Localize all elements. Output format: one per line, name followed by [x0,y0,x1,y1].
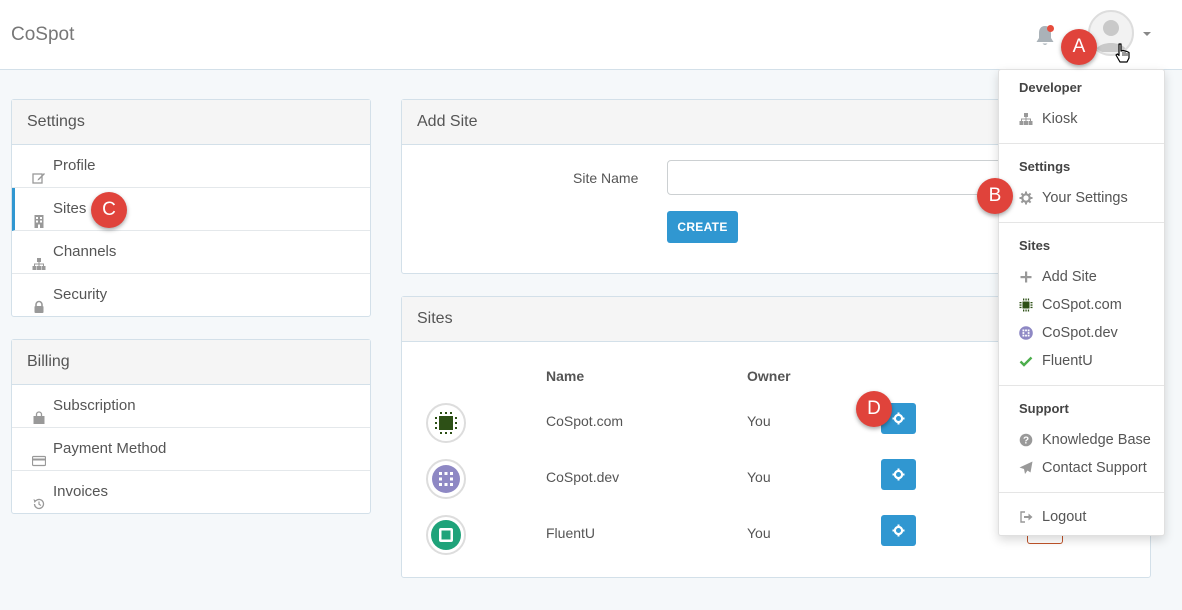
column-header-name: Name [546,368,585,384]
site-owner: You [747,469,771,485]
dropdown-item-label: Add Site [1042,269,1097,285]
gear-icon [1019,191,1033,205]
shopping-bag-icon [32,400,46,424]
billing-item-label: Invoices [53,483,109,500]
question-icon: ? [1019,433,1033,447]
sign-out-icon [1019,510,1033,524]
dropdown-item-label: Logout [1042,509,1087,525]
dropdown-item-logout[interactable]: Logout [1019,507,1086,527]
edit-icon [32,160,46,184]
settings-item-label: Channels [53,243,117,260]
dropdown-item-label: CoSpot.com [1042,297,1122,313]
settings-item-sites[interactable]: Sites [12,188,370,231]
settings-item-label: Profile [53,157,96,174]
dropdown-item-cospot-com[interactable]: CoSpot.com [1019,295,1122,315]
settings-item-channels[interactable]: Channels [12,231,370,274]
settings-panel: Settings Profile Sites Channels Security [11,99,371,317]
billing-panel-title: Billing [12,340,370,385]
dropdown-item-label: FluentU [1042,353,1093,369]
callout-badge-b: B [977,178,1013,214]
site-name-input[interactable] [667,160,1007,195]
navbar: CoSpot [0,0,1182,70]
settings-panel-title: Settings [12,100,370,145]
user-dropdown-menu: Developer Kiosk Settings Your Settings S… [998,69,1165,536]
sitemap-icon [32,246,46,270]
check-icon [1019,354,1033,368]
sitemap-icon [1019,112,1033,126]
site-settings-button[interactable] [881,459,916,490]
callout-badge-a: A [1061,29,1097,65]
billing-item-subscription[interactable]: Subscription [12,385,370,428]
billing-panel: Billing Subscription Payment Method Invo… [11,339,371,514]
gear-icon [892,468,905,481]
building-icon [32,203,46,228]
notifications-bell-icon[interactable] [1034,24,1056,48]
dropdown-item-add-site[interactable]: Add Site [1019,267,1097,287]
dropdown-item-contact-support[interactable]: Contact Support [1019,458,1147,478]
divider [999,492,1164,493]
plus-icon [1019,270,1033,284]
site-logo-cospot-dev [426,459,466,499]
brand-logo[interactable]: CoSpot [11,24,74,46]
column-header-owner: Owner [747,368,791,384]
site-logo-cospot-com [426,403,466,443]
dropdown-item-cospot-dev[interactable]: CoSpot.dev [1019,323,1118,343]
billing-item-label: Subscription [53,397,136,414]
site-settings-button[interactable] [881,515,916,546]
dropdown-header-support: Support [1019,401,1069,416]
grid-icon [1019,326,1033,340]
site-name[interactable]: CoSpot.dev [546,469,619,485]
settings-item-label: Sites [53,200,87,217]
credit-card-icon [31,443,47,467]
gear-icon [892,412,905,425]
settings-item-profile[interactable]: Profile [12,145,370,188]
chevron-down-icon[interactable] [1143,32,1151,36]
dropdown-item-kiosk[interactable]: Kiosk [1019,109,1077,129]
dropdown-item-knowledge-base[interactable]: ? Knowledge Base [1019,430,1151,450]
site-name[interactable]: CoSpot.com [546,413,623,429]
hand-pointer-cursor-icon [1114,42,1132,64]
dropdown-item-label: CoSpot.dev [1042,325,1118,341]
settings-item-label: Security [53,286,108,303]
billing-item-label: Payment Method [53,440,167,457]
gear-icon [892,524,905,537]
create-button[interactable]: CREATE [667,211,738,243]
divider [999,143,1164,144]
dropdown-item-fluentu[interactable]: FluentU [1019,351,1093,371]
chip-icon [1019,298,1033,312]
site-owner: You [747,413,771,429]
dropdown-item-your-settings[interactable]: Your Settings [1019,188,1128,208]
settings-item-security[interactable]: Security [12,274,370,317]
dropdown-item-label: Knowledge Base [1042,432,1151,448]
paper-plane-icon [1019,461,1033,475]
dropdown-item-label: Your Settings [1042,190,1128,206]
divider [999,222,1164,223]
dropdown-header-settings: Settings [1019,159,1071,174]
dropdown-header-sites: Sites [1019,238,1051,253]
site-logo-fluentu [426,515,466,555]
site-name-label: Site Name [573,170,639,186]
dropdown-header-developer: Developer [1019,80,1082,95]
billing-item-invoices[interactable]: Invoices [12,471,370,514]
dropdown-item-label: Kiosk [1042,111,1078,127]
lock-icon [32,289,46,313]
divider [999,385,1164,386]
callout-badge-c: C [91,192,127,228]
billing-item-payment-method[interactable]: Payment Method [12,428,370,471]
site-owner: You [747,525,771,541]
callout-badge-d: D [856,391,892,427]
dropdown-item-label: Contact Support [1042,460,1147,476]
history-icon [32,486,46,510]
svg-text:?: ? [1023,436,1029,447]
site-name[interactable]: FluentU [546,525,595,541]
notification-dot [1047,25,1054,32]
